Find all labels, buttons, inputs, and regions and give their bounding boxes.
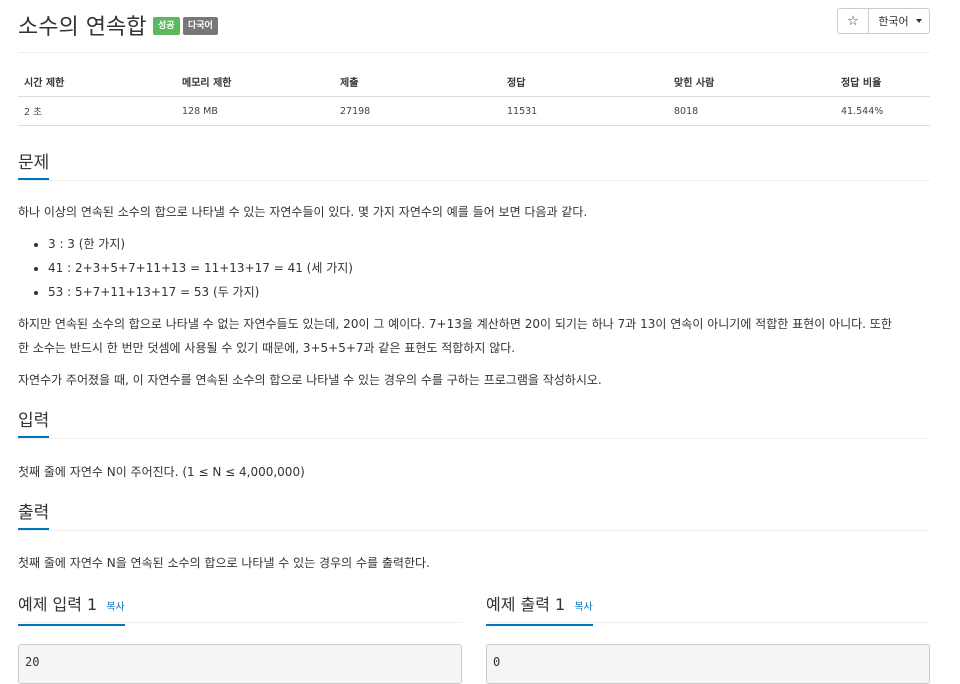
col-accept-ratio: 정답 비율 (835, 66, 930, 97)
multilang-badge[interactable]: 다국어 (183, 17, 218, 35)
accepted-value[interactable]: 11531 (501, 96, 668, 126)
caret-down-icon (915, 19, 922, 23)
memory-limit-value: 128 MB (176, 96, 334, 126)
problem-header: 소수의 연속합 성공 다국어 ☆ 한국어 (18, 0, 930, 53)
language-dropdown[interactable]: 한국어 (869, 8, 930, 34)
problem-page: 소수의 연속합 성공 다국어 ☆ 한국어 시간 제한 메모리 제한 제출 정답 … (18, 0, 930, 684)
star-icon: ☆ (847, 13, 859, 29)
sample-output-panel: 예제 출력 1 복사 0 (486, 592, 930, 684)
sample-input-title: 예제 입력 1 (18, 595, 98, 614)
sample-input-header: 예제 입력 1 복사 (18, 592, 462, 626)
copy-input-button[interactable]: 복사 (106, 602, 124, 613)
problem-heading: 문제 (18, 152, 50, 180)
paragraph-line: 하지만 연속된 소수의 합으로 나타낼 수 없는 자연수들도 있는데, 20이 … (18, 317, 892, 331)
list-item: 3 : 3 (한 가지) (48, 232, 353, 256)
col-solved-users: 맞힌 사람 (668, 66, 835, 97)
problem-section-header: 문제 (18, 152, 930, 181)
star-button[interactable]: ☆ (837, 8, 869, 34)
examples-list: 3 : 3 (한 가지) 41 : 2+3+5+7+11+13 = 11+13+… (18, 232, 353, 304)
problem-paragraph-3: 자연수가 주어졌을 때, 이 자연수를 연속된 소수의 합으로 나타낼 수 있는… (18, 373, 602, 387)
paragraph-line: 한 소수는 반드시 한 번만 덧셈에 사용될 수 있기 때문에, 3+5+5+7… (18, 341, 516, 355)
copy-output-button[interactable]: 복사 (574, 602, 592, 613)
time-limit-value: 2 초 (18, 96, 176, 126)
input-heading: 입력 (18, 410, 50, 438)
table-row: 2 초 128 MB 27198 11531 8018 41.544% (18, 96, 930, 126)
output-heading: 출력 (18, 502, 50, 530)
sample-output-title: 예제 출력 1 (486, 595, 566, 614)
problem-paragraph-2: 하지만 연속된 소수의 합으로 나타낼 수 없는 자연수들도 있는데, 20이 … (18, 312, 930, 360)
sample-output-header: 예제 출력 1 복사 (486, 592, 930, 626)
page-title: 소수의 연속합 (18, 15, 147, 40)
language-label: 한국어 (878, 15, 909, 28)
list-item: 53 : 5+7+11+13+17 = 53 (두 가지) (48, 280, 353, 304)
problem-intro: 하나 이상의 연속된 소수의 합으로 나타낼 수 있는 자연수들이 있다. 몇 … (18, 205, 588, 219)
col-memory-limit: 메모리 제한 (176, 66, 334, 97)
col-time-limit: 시간 제한 (18, 66, 176, 97)
accept-ratio-value: 41.544% (835, 96, 930, 126)
submissions-value[interactable]: 27198 (334, 96, 501, 126)
input-section-header: 입력 (18, 410, 930, 439)
status-badge-success[interactable]: 성공 (153, 17, 180, 35)
problem-info-table: 시간 제한 메모리 제한 제출 정답 맞힌 사람 정답 비율 2 초 128 M… (18, 66, 930, 126)
sample-input-box[interactable]: 20 (18, 644, 462, 684)
col-accepted: 정답 (501, 66, 668, 97)
col-submissions: 제출 (334, 66, 501, 97)
output-section-header: 출력 (18, 502, 930, 531)
header-button-group: ☆ 한국어 (837, 8, 930, 34)
sample-output-box[interactable]: 0 (486, 644, 930, 684)
input-description: 첫째 줄에 자연수 N이 주어진다. (1 ≤ N ≤ 4,000,000) (18, 465, 305, 479)
list-item: 41 : 2+3+5+7+11+13 = 11+13+17 = 41 (세 가지… (48, 256, 353, 280)
output-description: 첫째 줄에 자연수 N을 연속된 소수의 합으로 나타낼 수 있는 경우의 수를… (18, 556, 430, 570)
solved-users-value[interactable]: 8018 (668, 96, 835, 126)
sample-input-panel: 예제 입력 1 복사 20 (18, 592, 462, 684)
